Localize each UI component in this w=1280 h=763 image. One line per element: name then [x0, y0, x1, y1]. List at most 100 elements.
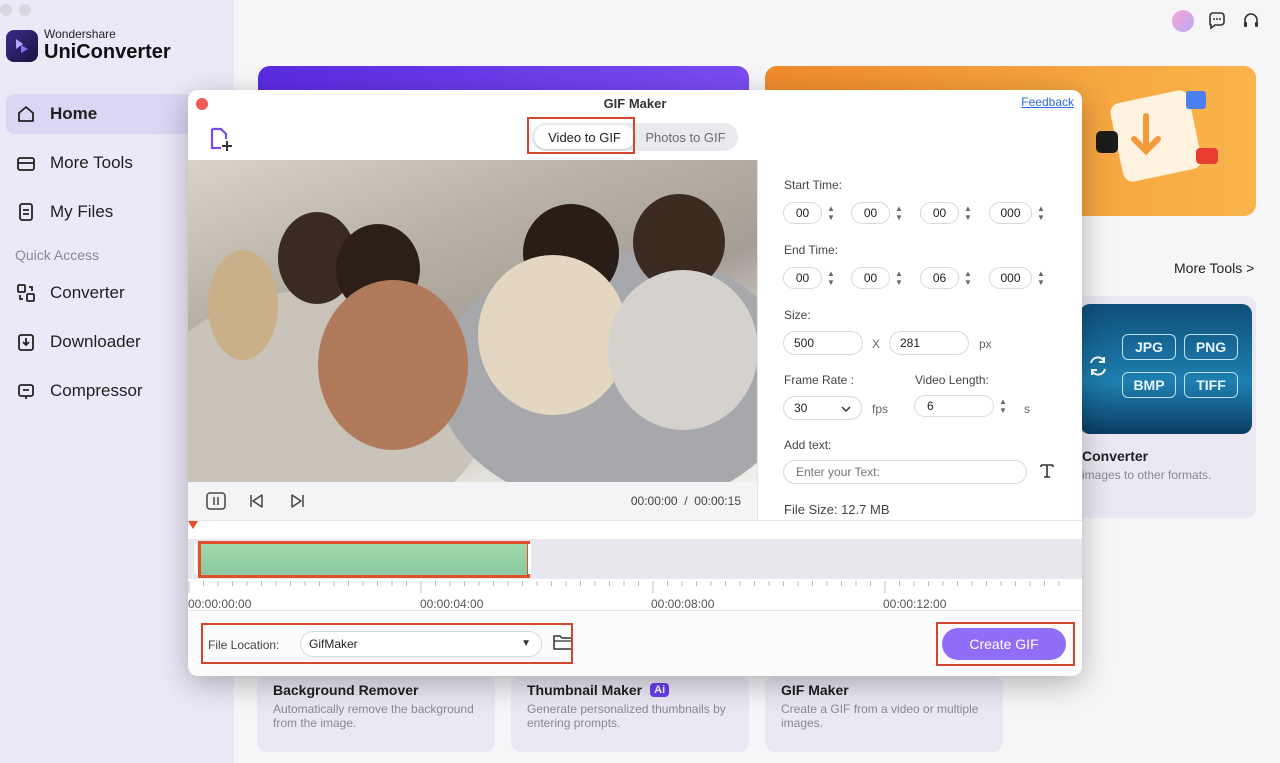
card-title: Converter	[1082, 448, 1149, 464]
end-hours-stepper[interactable]: 00 ▲ ▼	[783, 267, 837, 289]
converter-icon	[16, 283, 36, 303]
video-length-unit: s	[1024, 402, 1030, 416]
end-seconds-value[interactable]: 06	[920, 267, 959, 289]
compressor-icon	[16, 381, 36, 401]
file-location-select[interactable]: GifMaker ▼	[300, 631, 542, 657]
start-ms-stepper[interactable]: 000 ▲ ▼	[989, 202, 1047, 224]
trim-handle-start[interactable]	[194, 544, 197, 574]
image-converter-preview: JPG PNG BMP TIFF	[1080, 304, 1252, 434]
stepper-arrows-icon[interactable]: ▲ ▼	[1035, 204, 1047, 222]
stepper-arrows-icon[interactable]: ▲ ▼	[825, 269, 837, 287]
stepper-arrows-icon[interactable]: ▲ ▼	[962, 204, 974, 222]
tab-photos-to-gif[interactable]: Photos to GIF	[635, 125, 736, 149]
width-input[interactable]: 500	[783, 331, 863, 355]
stepper-arrows-icon[interactable]: ▲ ▼	[997, 397, 1009, 415]
format-chip: TIFF	[1184, 372, 1238, 398]
end-time-label: End Time:	[784, 243, 839, 257]
brand-sub: Wondershare	[44, 27, 116, 41]
file-location-label: File Location:	[208, 638, 280, 652]
card-title-text: Background Remover	[273, 682, 419, 698]
convert-arrows-icon	[1090, 356, 1106, 376]
gif-maker-card[interactable]: GIF Maker Create a GIF from a video or m…	[765, 676, 1003, 752]
chevron-down-icon	[841, 406, 851, 413]
account-avatar-icon[interactable]	[1172, 10, 1194, 32]
add-text-input[interactable]	[783, 460, 1027, 484]
next-frame-button[interactable]	[288, 491, 308, 511]
end-seconds-stepper[interactable]: 06 ▲ ▼	[920, 267, 974, 289]
folder-icon[interactable]	[553, 633, 573, 653]
format-chip: BMP	[1122, 372, 1176, 398]
message-icon[interactable]	[1206, 10, 1228, 32]
top-toolbar	[1172, 10, 1262, 32]
previous-frame-button[interactable]	[246, 491, 266, 511]
add-file-icon[interactable]	[208, 126, 234, 152]
stepper-arrows-icon[interactable]: ▲ ▼	[962, 269, 974, 287]
start-time-label: Start Time:	[784, 178, 843, 192]
stepper-arrows-icon[interactable]: ▲ ▼	[893, 204, 905, 222]
stepper-arrows-icon[interactable]: ▲ ▼	[825, 204, 837, 222]
tick-label: 00:00:08:00	[651, 597, 715, 611]
card-title-text: GIF Maker	[781, 682, 849, 698]
thumbnail-maker-card[interactable]: Thumbnail Maker Ai Generate personalized …	[511, 676, 749, 752]
end-ms-stepper[interactable]: 000 ▲ ▼	[989, 267, 1047, 289]
start-ms-value[interactable]: 000	[989, 202, 1032, 224]
download-illustration-icon	[1096, 90, 1218, 182]
end-minutes-stepper[interactable]: 00 ▲ ▼	[851, 267, 905, 289]
gif-settings-panel: Start Time: 00 ▲ ▼ 00 ▲ ▼ 00 ▲ ▼ 000 ▲ ▼ End Tim…	[757, 160, 1082, 520]
toolbox-icon	[16, 153, 36, 173]
more-tools-link[interactable]: More Tools >	[1174, 260, 1254, 276]
timeline[interactable]: 00:00:00:00 00:00:04:00 00:00:08:00 00:0…	[188, 520, 1082, 611]
tick-label: 00:00:12:00	[883, 597, 947, 611]
end-hours-value[interactable]: 00	[783, 267, 822, 289]
card-desc: Create a GIF from a video or multiple im…	[781, 702, 979, 730]
tick-label: 00:00:00:00	[188, 597, 252, 611]
sidebar-item-label: Home	[50, 104, 98, 123]
stepper-arrows-icon[interactable]: ▲ ▼	[893, 269, 905, 287]
video-length-value[interactable]: 6	[914, 395, 994, 417]
file-location-value: GifMaker	[309, 637, 358, 651]
start-hours-stepper[interactable]: 00 ▲ ▼	[783, 202, 837, 224]
sidebar-item-label: My Files	[50, 202, 114, 221]
video-length-label: Video Length:	[915, 373, 989, 387]
background-remover-card[interactable]: Background Remover Automatically remove …	[257, 676, 495, 752]
close-window-button[interactable]	[0, 4, 12, 16]
card-title: Background Remover	[273, 682, 418, 698]
end-ms-value[interactable]: 000	[989, 267, 1032, 289]
uniconverter-logo-icon	[6, 29, 38, 62]
image-converter-card[interactable]: JPG PNG BMP TIFF Converter images to oth…	[1060, 296, 1256, 518]
end-minutes-value[interactable]: 00	[851, 267, 890, 289]
playhead-marker[interactable]	[188, 521, 198, 529]
ai-badge: Ai	[650, 683, 670, 697]
file-size: File Size: 12.7 MB	[784, 502, 890, 517]
brand: Wondershare UniConverter	[6, 28, 171, 63]
time-display: 00:00:00 / 00:00:15	[631, 494, 741, 508]
card-desc: images to other formats.	[1082, 468, 1212, 482]
stepper-arrows-icon[interactable]: ▲ ▼	[1035, 269, 1047, 287]
headset-support-icon[interactable]	[1240, 10, 1262, 32]
video-length-stepper[interactable]: 6 ▲ ▼	[914, 395, 1009, 417]
minimize-window-button[interactable]	[19, 4, 31, 16]
frame-rate-select[interactable]: 30	[783, 396, 862, 420]
trim-handle-end[interactable]	[528, 544, 531, 574]
start-minutes-stepper[interactable]: 00 ▲ ▼	[851, 202, 905, 224]
window-controls	[0, 4, 31, 16]
timeline-selection[interactable]	[198, 541, 530, 578]
height-input[interactable]: 281	[889, 331, 969, 355]
dialog-title: GIF Maker	[603, 96, 667, 111]
current-time: 00:00:00	[630, 494, 678, 508]
start-hours-value[interactable]: 00	[783, 202, 822, 224]
pause-button[interactable]	[206, 491, 226, 511]
card-title-text: Thumbnail Maker	[527, 682, 643, 698]
tab-video-to-gif[interactable]: Video to GIF	[534, 125, 635, 149]
dialog-footer: File Location: GifMaker ▼ Create GIF	[188, 610, 1082, 676]
text-format-icon[interactable]	[1038, 462, 1056, 485]
feedback-link[interactable]: Feedback	[1021, 95, 1074, 109]
start-minutes-value[interactable]: 00	[851, 202, 890, 224]
start-seconds-value[interactable]: 00	[920, 202, 959, 224]
card-desc: Automatically remove the background from…	[273, 702, 474, 730]
video-preview[interactable]	[188, 160, 757, 482]
create-gif-button[interactable]: Create GIF	[942, 628, 1066, 660]
size-label: Size:	[784, 308, 811, 322]
start-seconds-stepper[interactable]: 00 ▲ ▼	[920, 202, 974, 224]
brand-main: UniConverter	[44, 41, 171, 63]
